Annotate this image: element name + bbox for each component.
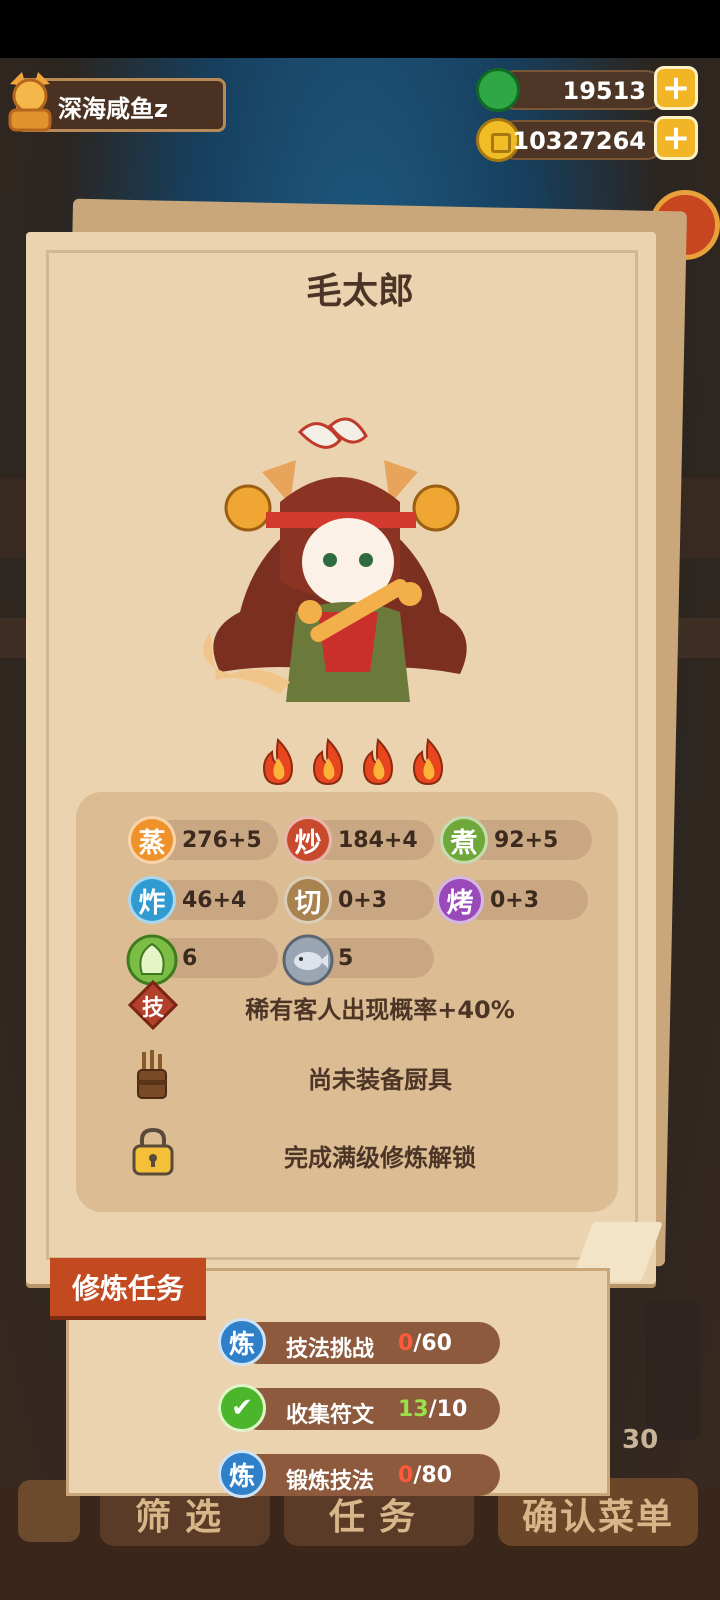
check-icon: ✔ xyxy=(218,1384,266,1432)
task-progress: 13/10 xyxy=(398,1397,467,1422)
fry-icon: 炸 xyxy=(128,876,176,924)
chef-name: 毛太郎 xyxy=(305,271,414,312)
utensil-holder-icon xyxy=(137,1050,167,1099)
refine-badge-icon: 炼 xyxy=(218,1318,266,1366)
task-total: /80 xyxy=(413,1463,452,1488)
vegetable-icon xyxy=(126,934,178,986)
gold-amount: 10327264 xyxy=(512,127,646,155)
jade-amount: 19513 xyxy=(562,77,647,105)
flame-icon xyxy=(412,738,444,786)
player-name: 深海咸鱼z xyxy=(58,95,168,123)
player-avatar-icon xyxy=(8,72,52,132)
fry-value: 46+4 xyxy=(182,888,247,913)
flame-icon xyxy=(262,738,294,786)
cut-value: 0+3 xyxy=(338,888,388,913)
task-done: 0 xyxy=(398,1463,414,1488)
task-progress: 0/80 xyxy=(398,1463,452,1488)
fish-icon xyxy=(282,934,334,986)
task-done: 13 xyxy=(398,1397,429,1422)
cut-icon: 切 xyxy=(284,876,332,924)
add-gold-button[interactable]: + xyxy=(654,116,698,160)
task-total: /10 xyxy=(428,1397,468,1422)
flame-icon xyxy=(312,738,344,786)
task-label: 技法挑战 xyxy=(286,1337,375,1362)
task-label: 锻炼技法 xyxy=(286,1469,375,1494)
chef-portrait xyxy=(203,417,467,702)
skill-description: 稀有客人出现概率+40% xyxy=(245,996,515,1024)
vegetable-value: 6 xyxy=(182,946,198,971)
side-panel xyxy=(646,1300,700,1440)
status-bar xyxy=(0,0,720,58)
flame-icon xyxy=(362,738,394,786)
add-jade-button[interactable]: + xyxy=(654,66,698,110)
training-title: 修炼任务 xyxy=(50,1258,206,1316)
boil-icon: 煮 xyxy=(440,816,488,864)
task-label: 收集符文 xyxy=(286,1403,375,1428)
task-progress: 0/60 xyxy=(398,1331,452,1356)
boil-value: 92+5 xyxy=(494,828,559,853)
equipment-status[interactable]: 尚未装备厨具 xyxy=(180,1060,580,1095)
steam-icon: 蒸 xyxy=(128,816,176,864)
refine-badge-icon: 炼 xyxy=(218,1450,266,1498)
roast-value: 0+3 xyxy=(490,888,540,913)
steam-value: 276+5 xyxy=(182,828,262,853)
stirfry-value: 184+4 xyxy=(338,828,418,853)
count-label: 30 xyxy=(622,1425,659,1455)
fish-value: 5 xyxy=(338,946,354,971)
stirfry-icon: 炒 xyxy=(284,816,332,864)
lock-icon xyxy=(132,1127,174,1176)
task-total: /60 xyxy=(413,1331,452,1356)
rarity-flames xyxy=(258,738,458,788)
roast-icon: 烤 xyxy=(436,876,484,924)
task-done: 0 xyxy=(398,1331,414,1356)
locked-skill-text: 完成满级修炼解锁 xyxy=(284,1144,476,1172)
